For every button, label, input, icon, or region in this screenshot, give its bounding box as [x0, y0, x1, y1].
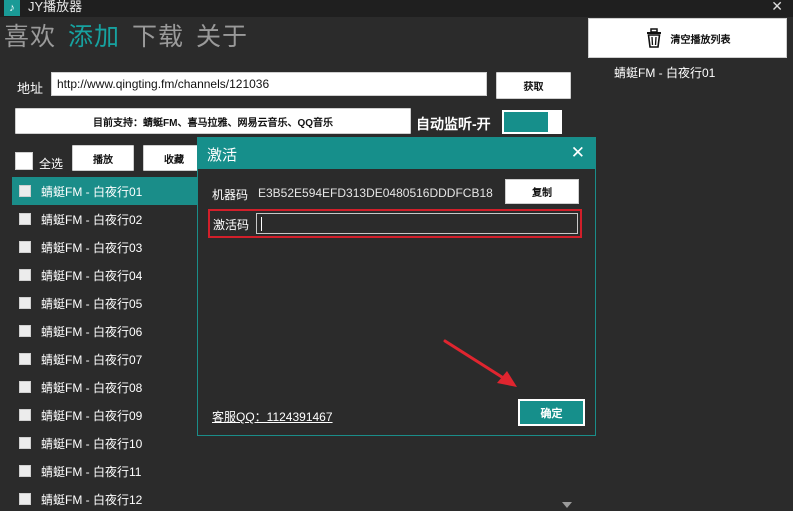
list-item[interactable]: 蜻蜓FM - 白夜行11: [12, 457, 212, 485]
list-item-label: 蜻蜓FM - 白夜行03: [41, 240, 143, 255]
support-banner: 目前支持：蜻蜓FM、喜马拉雅、网易云音乐、QQ音乐: [15, 108, 411, 134]
list-item-label: 蜻蜓FM - 白夜行09: [41, 408, 143, 423]
item-checkbox[interactable]: [19, 297, 31, 309]
play-button[interactable]: 播放: [72, 145, 134, 171]
activation-row-highlight: 激活码: [208, 209, 582, 238]
annotation-arrow-icon: [443, 339, 517, 387]
list-item-label: 蜻蜓FM - 白夜行12: [41, 492, 143, 507]
support-qq-link[interactable]: 客服QQ：1124391467: [212, 408, 333, 425]
fetch-button[interactable]: 获取: [496, 72, 571, 99]
activation-code-label: 激活码: [213, 218, 250, 232]
select-all-checkbox[interactable]: [15, 152, 33, 170]
list-item[interactable]: 蜻蜓FM - 白夜行02: [12, 205, 212, 233]
list-item[interactable]: 蜻蜓FM - 白夜行01: [12, 177, 212, 205]
title-bar: ♪ JY播放器 ✕: [0, 0, 793, 17]
confirm-button[interactable]: 确定: [518, 399, 585, 426]
list-item-label: 蜻蜓FM - 白夜行04: [41, 268, 143, 283]
copy-button[interactable]: 复制: [505, 179, 579, 204]
item-checkbox[interactable]: [19, 325, 31, 337]
list-item[interactable]: 蜻蜓FM - 白夜行10: [12, 429, 212, 457]
list-item[interactable]: 蜻蜓FM - 白夜行09: [12, 401, 212, 429]
select-all-label: 全选: [39, 157, 64, 171]
address-input[interactable]: http://www.qingting.fm/channels/121036: [51, 72, 487, 96]
scroll-down-icon[interactable]: [562, 502, 572, 508]
clear-playlist-button[interactable]: 清空播放列表: [588, 18, 787, 58]
list-item[interactable]: 蜻蜓FM - 白夜行04: [12, 261, 212, 289]
item-checkbox[interactable]: [19, 381, 31, 393]
activation-code-input[interactable]: [256, 213, 578, 234]
list-item-label: 蜻蜓FM - 白夜行07: [41, 352, 143, 367]
now-playing-label: 蜻蜓FM - 白夜行01: [614, 66, 716, 80]
list-item-label: 蜻蜓FM - 白夜行11: [41, 464, 142, 479]
list-item[interactable]: 蜻蜓FM - 白夜行05: [12, 289, 212, 317]
list-item-label: 蜻蜓FM - 白夜行02: [41, 212, 143, 227]
window-title: JY播放器: [28, 0, 83, 14]
tab-favorites[interactable]: 喜欢: [4, 20, 56, 54]
music-note-icon: ♪: [4, 0, 20, 16]
list-item[interactable]: 蜻蜓FM - 白夜行08: [12, 373, 212, 401]
list-item[interactable]: 蜻蜓FM - 白夜行07: [12, 345, 212, 373]
window-close-button[interactable]: ✕: [771, 0, 783, 14]
list-item[interactable]: 蜻蜓FM - 白夜行03: [12, 233, 212, 261]
item-checkbox[interactable]: [19, 353, 31, 365]
machine-code-value: E3B52E594EFD313DE0480516DDDFCB18: [258, 186, 493, 200]
playlist: 蜻蜓FM - 白夜行01 蜻蜓FM - 白夜行02 蜻蜓FM - 白夜行03 蜻…: [12, 177, 212, 511]
favorite-button[interactable]: 收藏: [143, 145, 205, 171]
item-checkbox[interactable]: [19, 465, 31, 477]
list-item[interactable]: 蜻蜓FM - 白夜行12: [12, 485, 212, 511]
auto-monitor-toggle[interactable]: [502, 110, 562, 134]
item-checkbox[interactable]: [19, 213, 31, 225]
activation-dialog: 激活 ✕ 机器码 E3B52E594EFD313DE0480516DDDFCB1…: [197, 137, 596, 436]
main-nav: 喜欢 添加 下载 关于: [4, 20, 248, 54]
item-checkbox[interactable]: [19, 185, 31, 197]
item-checkbox[interactable]: [19, 493, 31, 505]
list-item-label: 蜻蜓FM - 白夜行08: [41, 380, 143, 395]
dialog-title: 激活: [207, 147, 238, 164]
item-checkbox[interactable]: [19, 409, 31, 421]
auto-monitor-label: 自动监听-开: [416, 116, 491, 132]
item-checkbox[interactable]: [19, 269, 31, 281]
list-item-label: 蜻蜓FM - 白夜行05: [41, 296, 143, 311]
tab-about[interactable]: 关于: [196, 20, 248, 54]
list-item-label: 蜻蜓FM - 白夜行10: [41, 436, 143, 451]
toggle-fill: [504, 112, 548, 132]
list-item[interactable]: 蜻蜓FM - 白夜行06: [12, 317, 212, 345]
list-item-label: 蜻蜓FM - 白夜行06: [41, 324, 143, 339]
tab-download[interactable]: 下载: [132, 20, 184, 54]
clear-playlist-label: 清空播放列表: [670, 34, 731, 46]
text-caret: [261, 217, 262, 231]
list-item-label: 蜻蜓FM - 白夜行01: [41, 184, 143, 199]
tab-add[interactable]: 添加: [68, 20, 120, 54]
item-checkbox[interactable]: [19, 437, 31, 449]
machine-code-label: 机器码: [212, 188, 249, 202]
address-label: 地址: [17, 81, 44, 96]
dialog-header: 激活 ✕: [198, 138, 595, 169]
trash-icon: [646, 28, 661, 48]
dialog-close-icon[interactable]: ✕: [571, 143, 585, 163]
item-checkbox[interactable]: [19, 241, 31, 253]
